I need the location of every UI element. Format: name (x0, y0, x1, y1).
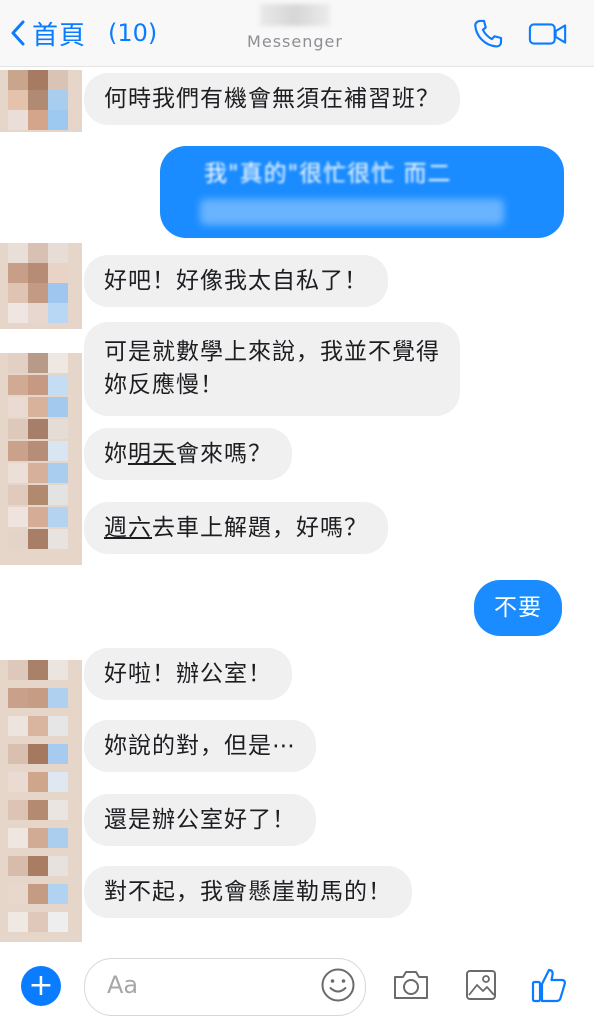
message-text: 我"真的"很忙很忙 而二 (204, 161, 452, 187)
unread-count: (10) (108, 19, 158, 47)
message-text-line: 妳反應慢！ (104, 372, 224, 398)
outgoing-message[interactable]: 我"真的"很忙很忙 而二 (160, 146, 564, 238)
conversation-header: 首頁 (10) Messenger (0, 0, 594, 67)
incoming-message[interactable]: 週六 去車上解題，好嗎？ (84, 502, 388, 554)
incoming-message[interactable]: 還是辦公室好了！ (84, 794, 316, 846)
thumbs-up-icon (531, 968, 566, 1003)
message-text: 何時我們有機會無須在補習班？ (104, 85, 440, 112)
more-actions-button[interactable]: + (21, 966, 61, 1006)
phone-icon (474, 19, 503, 48)
gallery-button[interactable] (459, 963, 503, 1007)
message-text: 好啦！辦公室！ (104, 660, 272, 687)
like-button[interactable] (527, 963, 571, 1007)
smiley-icon[interactable] (320, 967, 356, 1003)
incoming-message[interactable]: 好啦！辦公室！ (84, 648, 292, 700)
message-text: 妳說的對，但是⋯ (104, 732, 296, 759)
photo-icon (466, 970, 496, 1000)
detected-date-link[interactable]: 明天 (128, 438, 176, 471)
chevron-left-icon (11, 20, 25, 46)
video-camera-icon (528, 23, 567, 45)
conversation-subtitle: Messenger (247, 32, 343, 51)
incoming-message[interactable]: 可是就數學上來說，我並不覺得 妳反應慢！ (84, 322, 460, 416)
incoming-message[interactable]: 妳明天 會來嗎？ (84, 428, 292, 480)
back-button[interactable]: 首頁 (10) (10, 14, 157, 52)
incoming-message[interactable]: 對不起，我會懸崖勒馬的！ (84, 866, 412, 918)
contact-avatar[interactable] (0, 353, 82, 565)
message-text-part: 去車上解題，好嗎？ (152, 514, 368, 541)
redacted-text-block (200, 199, 504, 225)
message-text-part: 妳 (104, 440, 128, 467)
detected-date-link[interactable]: 週六 (104, 512, 152, 545)
message-text: 對不起，我會懸崖勒馬的！ (104, 878, 392, 905)
contact-avatar[interactable] (0, 660, 82, 942)
plus-icon: + (28, 968, 54, 1003)
incoming-message[interactable]: 妳說的對，但是⋯ (84, 720, 316, 772)
message-text-line: 可是就數學上來說，我並不覺得 (104, 339, 440, 365)
message-text: 好吧！好像我太自私了！ (104, 267, 368, 294)
camera-button[interactable] (389, 963, 433, 1007)
contact-name-blurred (260, 4, 330, 26)
call-button[interactable] (468, 14, 508, 54)
contact-avatar[interactable] (0, 70, 82, 132)
message-input-placeholder: Aa (107, 971, 139, 999)
incoming-message[interactable]: 好吧！好像我太自私了！ (84, 255, 388, 307)
message-text: 不要 (494, 594, 542, 621)
outgoing-message[interactable]: 不要 (474, 580, 562, 636)
back-label: 首頁 (32, 20, 87, 51)
camera-icon (394, 971, 428, 999)
conversation-title[interactable]: Messenger (220, 4, 370, 51)
incoming-message[interactable]: 何時我們有機會無須在補習班？ (84, 73, 460, 125)
contact-avatar[interactable] (0, 243, 82, 329)
message-text-part: 會來嗎？ (176, 440, 272, 467)
message-text: 還是辦公室好了！ (104, 806, 296, 833)
video-call-button[interactable] (528, 14, 568, 54)
